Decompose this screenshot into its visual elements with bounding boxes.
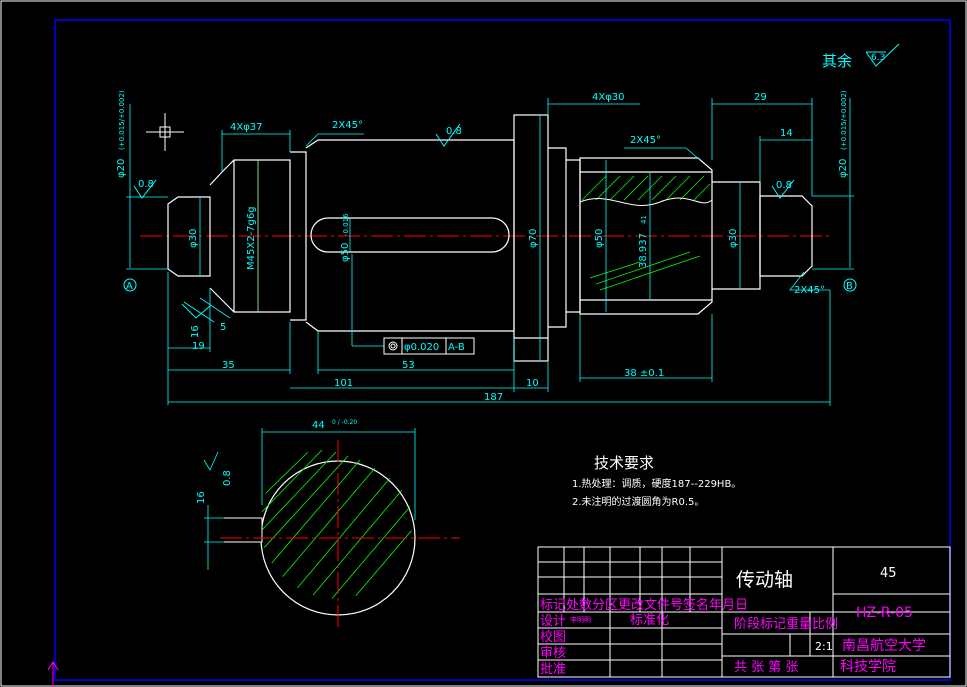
tolerance-value: φ0.020 [404, 342, 439, 353]
school-line-1: 南昌航空大学 [842, 638, 926, 654]
scale: 2:1 [815, 640, 833, 653]
surface-note: 其余 [822, 52, 852, 70]
dim-phi50: φ50 [594, 229, 605, 248]
dim-phi50-small: φ50 [340, 243, 351, 262]
stage-row: 阶段标记重量比例 [734, 616, 838, 632]
section-dim-0-8: 0.8 [222, 470, 233, 486]
dim-2x45-mid: 2X45° [630, 135, 661, 146]
section-view: 44 0 / -0.20 16 0.8 [196, 419, 460, 630]
dim-41: 41 [640, 215, 648, 224]
sheet-border [0, 0, 967, 687]
roughness-top-right-value: 6.3 [871, 53, 885, 63]
dim-29: 29 [754, 92, 767, 103]
dim-53: 53 [402, 360, 415, 371]
dim-19: 19 [192, 341, 205, 352]
material: 45 [880, 566, 897, 581]
tech-line-1: 1.热处理：调质，硬度187--229HB。 [572, 477, 741, 490]
drawing-number: HZ-R-05 [856, 605, 913, 621]
tech-title: 技术要求 [594, 454, 654, 472]
section-dim-44: 44 [312, 420, 325, 431]
dim-0-8-left: 0.8 [138, 179, 154, 190]
drawing-frame [54, 19, 951, 681]
dim-4x37: 4Xφ37 [230, 122, 263, 133]
tolerance-datum: A-B [448, 342, 465, 353]
dim-phi20-left-tol: (+0.015/+0.002) [118, 90, 126, 150]
dim-phi20-left: φ20 [116, 159, 127, 178]
dim-101: 101 [334, 378, 353, 389]
dim-14: 14 [780, 128, 793, 139]
row-review: 审核 [540, 646, 566, 661]
dim-38937: 38.937 [638, 233, 649, 268]
dim-187: 187 [484, 392, 503, 403]
dim-35: 35 [222, 360, 235, 371]
dim-10: 10 [526, 378, 539, 389]
dim-5: 5 [220, 322, 226, 333]
dim-phi30-right: φ30 [728, 229, 739, 248]
dim-phi70: φ70 [528, 229, 539, 248]
dim-16: 16 [190, 325, 201, 338]
shaft-outline [167, 114, 813, 362]
row-check: 校图 [540, 629, 566, 645]
section-dim-16: 16 [196, 491, 207, 504]
dim-2x45-right: 2X45° [794, 285, 825, 296]
row-approve: 批准 [540, 662, 566, 677]
row-standard: 标准化 [630, 613, 669, 628]
dim-phi20-right-tol: (+0.015/+0.002) [840, 90, 848, 150]
crosshair-cursor [146, 113, 184, 151]
designer: 李明明 [570, 615, 591, 624]
ucs-icon [47, 661, 59, 687]
dim-4x30: 4Xφ30 [592, 92, 625, 103]
dim-phi50-tol: -0.016 [342, 213, 350, 236]
part-name: 传动轴 [736, 569, 793, 591]
section-dim-44-tol: 0 / -0.20 [332, 419, 357, 426]
dim-2x45-left: 2X45° [332, 120, 363, 131]
sheet-row: 共 张 第 张 [734, 660, 798, 675]
cad-drawing: 其余 6.3 4Xφ37 2X45° 0.8 4Xφ30 29 14 2X45°… [0, 0, 967, 687]
row-mark: 标记处数分区更改文件号签名年月日 [540, 597, 748, 613]
school-line-2: 科技学院 [840, 659, 896, 675]
rotated-dimension-text: φ20 (+0.015/+0.002) φ20 (+0.015/+0.002) … [116, 90, 849, 338]
row-design: 设计 [540, 614, 566, 629]
gear-break-line [579, 197, 713, 206]
dimension-text: 4Xφ37 2X45° 0.8 4Xφ30 29 14 2X45° 0.8 0.… [126, 92, 853, 403]
dim-38: 38 ±0.1 [624, 368, 664, 379]
roughness-symbols [133, 123, 795, 319]
dim-phi20-right: φ20 [838, 159, 849, 178]
dim-m45: M45X2-7g6g [246, 206, 257, 270]
dim-phi30-left: φ30 [188, 229, 199, 248]
tech-line-2: 2.未注明的过渡圆角为R0.5。 [572, 495, 704, 508]
